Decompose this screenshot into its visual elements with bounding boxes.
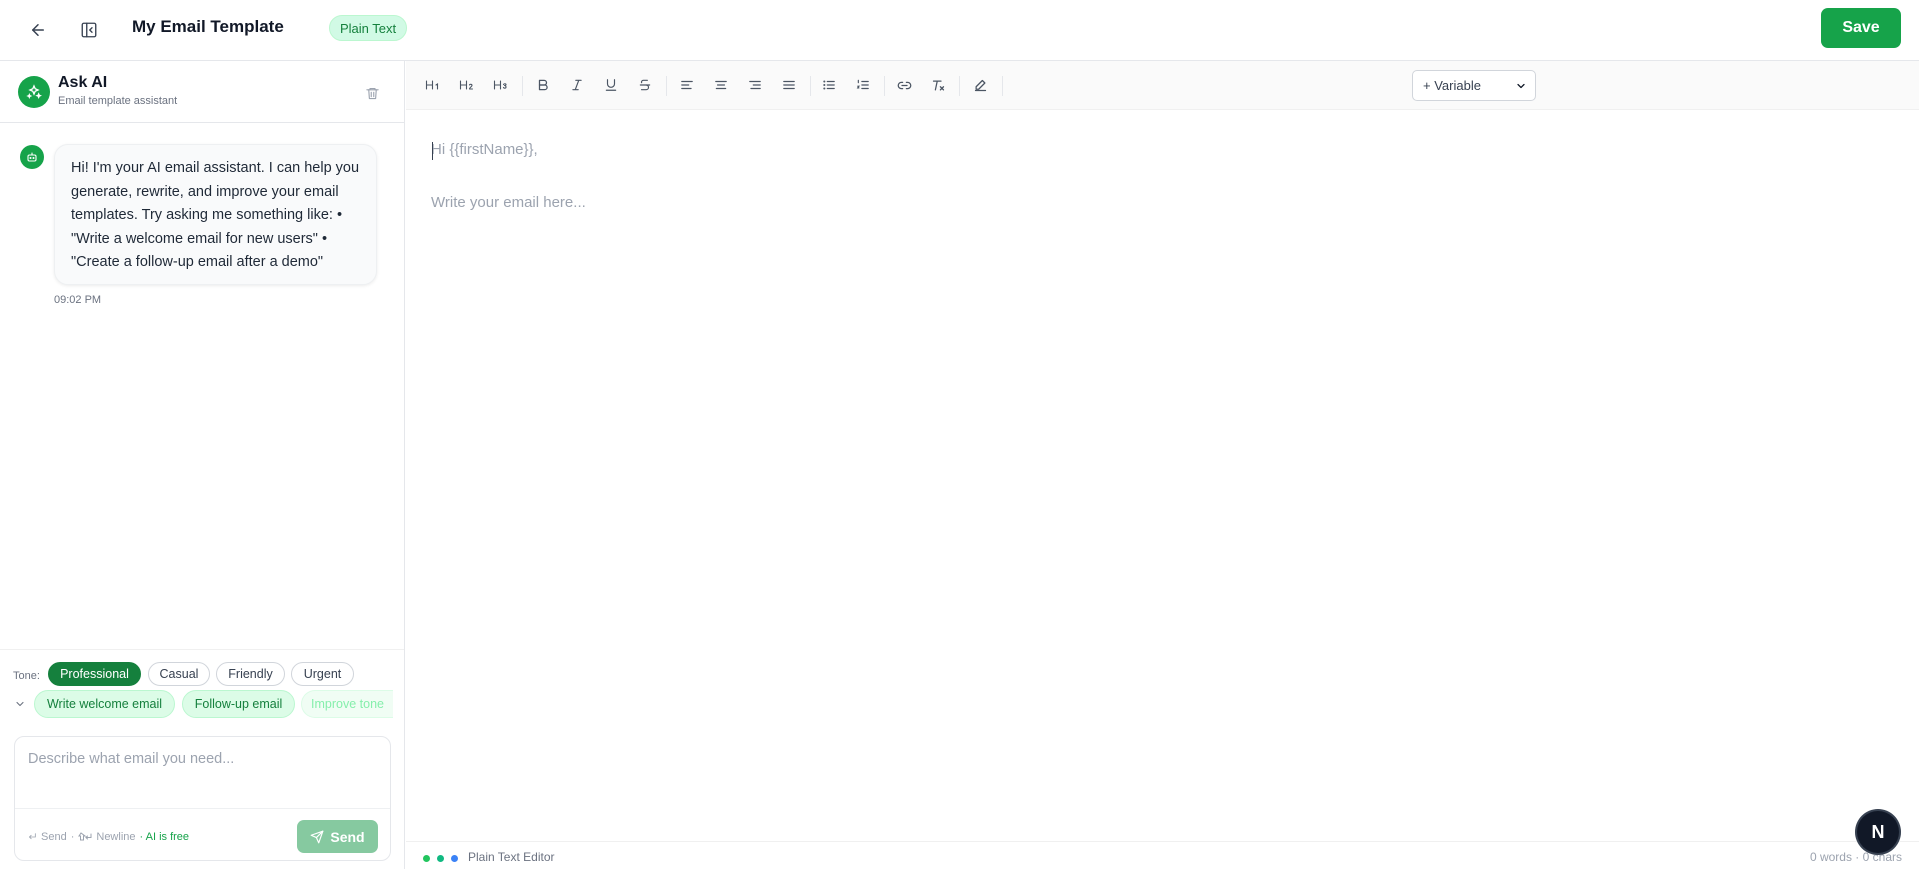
floating-n-badge[interactable]: N	[1857, 811, 1899, 853]
assistant-message: Hi! I'm your AI email assistant. I can h…	[54, 144, 377, 285]
heading-1-icon	[425, 80, 439, 90]
toggle-sidebar-button[interactable]	[75, 16, 103, 44]
italic-button[interactable]	[564, 72, 590, 98]
mode-badge: Plain Text	[329, 15, 408, 41]
hint-separator: ·	[70, 831, 75, 843]
toolbar-divider	[522, 76, 523, 96]
trash-icon	[365, 87, 379, 99]
bold-button[interactable]	[530, 72, 556, 98]
toolbar-divider	[666, 76, 667, 96]
hint-send: Send	[41, 831, 67, 843]
toolbar-divider	[884, 76, 885, 96]
align-justify-button[interactable]	[776, 72, 802, 98]
align-left-button[interactable]	[674, 72, 700, 98]
collapse-suggestions-button[interactable]	[14, 698, 28, 712]
clear-chat-button[interactable]	[362, 83, 382, 103]
pen-icon	[974, 79, 986, 91]
heading-2-icon	[459, 80, 474, 90]
heading-2-button[interactable]	[454, 72, 480, 98]
clear-formatting-button[interactable]	[925, 72, 951, 98]
chat-composer: Send · Newline · AI is free Send	[14, 736, 391, 861]
heading-1-button[interactable]	[420, 72, 446, 98]
editor-toolbar: + Variable	[406, 61, 1919, 110]
text-cursor	[432, 142, 433, 160]
bullet-list-button[interactable]	[816, 72, 842, 98]
chevron-down-icon	[16, 701, 24, 707]
composer-hints: Send · Newline · AI is free	[27, 831, 189, 843]
align-right-icon	[749, 80, 761, 90]
numbered-list-button[interactable]	[850, 72, 876, 98]
tone-casual-chip[interactable]: Casual	[148, 662, 210, 686]
editor-status-bar: Plain Text Editor 0 words · 0 chars	[406, 841, 1919, 869]
ai-avatar	[18, 76, 50, 108]
email-greeting[interactable]: Hi {{firstName}},	[431, 141, 538, 158]
variable-select-label: + Variable	[1423, 78, 1481, 93]
panel-left-icon	[81, 22, 97, 38]
shift-enter-icon	[78, 832, 92, 841]
highlight-button[interactable]	[967, 72, 993, 98]
align-center-icon	[715, 80, 727, 90]
italic-icon	[572, 79, 582, 91]
editor-mode-label: Plain Text Editor	[468, 850, 555, 864]
bot-avatar	[20, 145, 44, 169]
link-button[interactable]	[891, 72, 917, 98]
link-icon	[897, 81, 911, 89]
email-body-placeholder[interactable]: Write your email here...	[431, 194, 586, 211]
tone-urgent-chip[interactable]: Urgent	[291, 662, 354, 686]
heading-3-icon	[493, 80, 507, 90]
tone-professional-chip[interactable]: Professional	[48, 662, 141, 686]
chevron-down-icon	[1517, 83, 1525, 89]
send-label: Send	[330, 828, 365, 845]
status-dot	[451, 855, 458, 862]
toolbar-divider	[959, 76, 960, 96]
hint-ai-free: · AI is free	[139, 831, 190, 843]
clear-formatting-icon	[932, 80, 944, 90]
bot-icon	[27, 152, 37, 162]
strikethrough-icon	[639, 79, 651, 91]
ai-sidebar: Ask AI Email template assistant Hi! I'm …	[0, 61, 405, 869]
underline-icon	[605, 79, 617, 91]
bullet-list-icon	[823, 80, 835, 90]
ai-header: Ask AI Email template assistant	[0, 61, 404, 123]
bold-icon	[538, 79, 548, 91]
hint-newline: Newline	[96, 831, 136, 843]
send-button[interactable]: Send	[297, 820, 378, 853]
top-header: My Email Template Plain Text Save	[0, 0, 1919, 61]
sparkles-icon	[26, 84, 42, 100]
toolbar-divider	[810, 76, 811, 96]
status-dot	[423, 855, 430, 862]
back-button[interactable]	[24, 16, 52, 44]
toolbar-divider	[1002, 76, 1003, 96]
status-dot	[437, 855, 444, 862]
suggestion-welcome-email[interactable]: Write welcome email	[34, 690, 175, 718]
message-timestamp: 09:02 PM	[54, 294, 102, 306]
arrow-left-icon	[32, 24, 44, 36]
strikethrough-button[interactable]	[632, 72, 658, 98]
align-center-button[interactable]	[708, 72, 734, 98]
numbered-list-icon	[856, 79, 869, 90]
variable-select[interactable]: + Variable	[1412, 70, 1536, 101]
ai-subtitle: Email template assistant	[58, 95, 178, 107]
align-right-button[interactable]	[742, 72, 768, 98]
tone-friendly-chip[interactable]: Friendly	[216, 662, 285, 686]
align-left-icon	[681, 80, 693, 90]
suggestion-follow-up-email[interactable]: Follow-up email	[182, 690, 295, 718]
tone-and-suggestions: Tone: Professional Casual Friendly Urgen…	[0, 649, 404, 723]
word-char-count: 0 words · 0 chars	[1809, 850, 1902, 864]
heading-3-button[interactable]	[488, 72, 514, 98]
prompt-input[interactable]	[15, 737, 390, 809]
ai-title: Ask AI	[58, 74, 108, 91]
align-justify-icon	[783, 80, 795, 90]
tone-label: Tone:	[13, 670, 40, 682]
template-title[interactable]: My Email Template	[132, 17, 284, 37]
suggestion-improve-tone[interactable]: Improve tone	[301, 690, 393, 718]
send-icon	[310, 830, 324, 843]
underline-button[interactable]	[598, 72, 624, 98]
save-button[interactable]: Save	[1821, 8, 1901, 48]
enter-key-icon	[28, 833, 36, 840]
